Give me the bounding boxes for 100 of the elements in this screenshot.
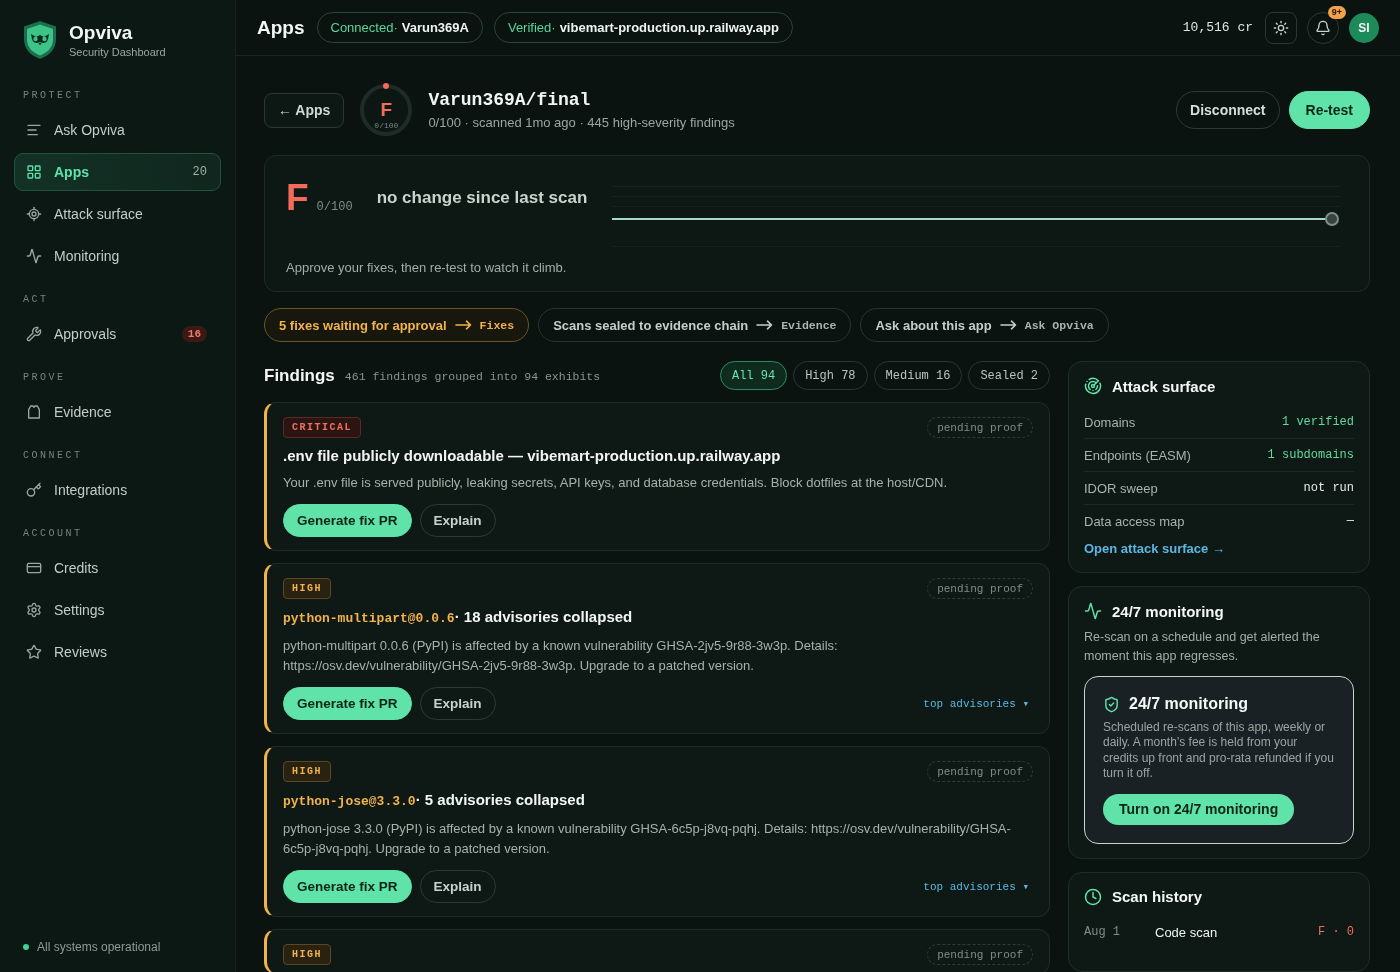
pulse-icon — [1084, 602, 1102, 620]
advisories-toggle[interactable]: top advisories ▾ — [923, 697, 1029, 710]
generate-fix-button[interactable]: Generate fix PR — [283, 870, 412, 903]
pill-label: Connected· — [330, 20, 398, 35]
finding-description: python-multipart 0.0.6 (PyPI) is affected by a known vulnerability GHSA-2jv5-9r88-3w3p. Details: https://osv.dev/vulnerability/GHSA-2jv5-9r88-3w3p. Upgrade to a patched version. — [283, 637, 839, 675]
surface-value: — — [1346, 514, 1354, 528]
score-trend: no change since last scan — [376, 188, 588, 208]
target-icon — [26, 206, 42, 222]
key-icon — [26, 482, 42, 498]
package-name: python-multipart@0.0.6 — [283, 611, 455, 626]
score-hint: Approve your fixes, then re-test to watch it climb. — [286, 259, 568, 277]
nav-section-label: CONNECT — [23, 449, 83, 463]
surface-value: 1 verified — [1282, 415, 1354, 429]
nav-item[interactable]: Settings — [14, 591, 221, 629]
surface-label: IDOR sweep — [1084, 480, 1158, 496]
card-title: Attack surface — [1112, 377, 1216, 395]
finding-description: python-jose 3.3.0 (PyPI) is affected by a known vulnerability GHSA-6c5p-j8vq-pqhj. Details: https://osv.dev/vulnerability/GHSA-6c5p-j8vq-pqhj. Upgrade to a patched version. — [283, 820, 1012, 858]
monitoring-description: Re-scan on a schedule and get alerted the moment this app regresses. — [1084, 629, 1321, 665]
nav-section-label: ACCOUNT — [23, 527, 83, 541]
severity-badge: HIGH — [283, 578, 331, 599]
card-icon — [26, 560, 42, 576]
nav-item[interactable]: Evidence — [14, 393, 221, 431]
nav-item[interactable]: Apps 20 — [14, 153, 221, 191]
finding-title: · 18 advisories collapsed — [454, 608, 633, 625]
credit-balance: 10,516 cr — [1182, 20, 1253, 35]
surface-label: Domains — [1084, 414, 1136, 430]
enable-monitoring-button[interactable]: Turn on 24/7 monitoring — [1103, 793, 1295, 825]
nav-item[interactable]: Approvals 16 — [14, 315, 221, 353]
finding-description: Your .env file is served publicly, leaking secrets, API keys, and database credentials. Block dotfiles at the host/CDN. — [283, 474, 949, 492]
generate-fix-button[interactable]: Generate fix PR — [283, 687, 412, 720]
star-icon — [26, 644, 42, 660]
nav-item[interactable]: Ask Opviva — [14, 111, 221, 149]
finding-title: · 5 advisories collapsed — [415, 791, 585, 808]
severity-badge: HIGH — [283, 944, 331, 965]
surface-value: not run — [1303, 481, 1354, 495]
sun-icon — [1273, 19, 1289, 36]
nav-section-label: PROTECT — [23, 89, 83, 103]
score-value: 0/100 — [316, 200, 353, 214]
settings-icon — [26, 602, 42, 618]
arrow-right-icon — [454, 320, 472, 330]
brand-name: Opviva — [69, 22, 134, 44]
lines-icon — [26, 122, 42, 138]
grade-ring — [360, 84, 413, 136]
filter-tab[interactable]: All 94 — [719, 361, 788, 390]
offer-title: 24/7 monitoring — [1129, 695, 1249, 713]
offer-description: Scheduled re-scans of this app, weekly or daily. A month’s fee is held from your credits up front and pro-rata refunded if you turn it off. — [1103, 720, 1335, 782]
nav-section-label: PROVE — [23, 371, 66, 385]
surface-label: Data access map — [1084, 513, 1185, 529]
pill-label: Verified· — [507, 20, 556, 35]
attack-surface-link[interactable]: Open attack surface → — [1084, 540, 1225, 558]
app-title: Varun369A/final — [428, 89, 592, 110]
severity-badge: HIGH — [283, 761, 331, 782]
severity-badge: CRITICAL — [283, 417, 361, 438]
radar-icon — [1084, 377, 1102, 395]
findings-summary: 461 findings grouped into 94 exhibits — [344, 370, 601, 383]
generate-fix-button[interactable]: Generate fix PR — [283, 504, 412, 537]
back-button[interactable]: ← Apps — [264, 92, 345, 128]
count-badge: 16 — [181, 326, 207, 342]
advisories-toggle[interactable]: top advisories ▾ — [923, 880, 1029, 893]
clock-icon — [1084, 887, 1102, 906]
system-status: All systems operational — [37, 939, 161, 955]
shield-check-icon — [1103, 695, 1120, 713]
scan-result: F · 0 — [1318, 925, 1354, 940]
user-avatar[interactable]: SI — [1349, 12, 1379, 43]
nav-item[interactable]: Reviews — [14, 633, 221, 671]
shortcut-chip[interactable]: 5 fixes waiting for approval Fixes — [264, 308, 530, 342]
wrench-icon — [26, 326, 42, 342]
grid-icon — [26, 164, 42, 180]
page-title: Apps — [257, 16, 305, 39]
pill-value: vibemart-production.up.railway.app — [559, 20, 779, 35]
scan-date: Aug 1 — [1084, 925, 1121, 940]
retest-button[interactable]: Re-test — [1288, 91, 1370, 129]
card-title: Scan history — [1112, 888, 1203, 906]
bell-icon — [1315, 19, 1331, 36]
nav-item[interactable]: Integrations — [14, 471, 221, 509]
package-name: python-jose@3.3.0 — [283, 794, 416, 809]
nav-section-label: ACT — [23, 293, 49, 307]
surface-label: Endpoints (EASM) — [1084, 447, 1191, 463]
pulse-icon — [26, 248, 42, 264]
nav-item[interactable]: Attack surface — [14, 195, 221, 233]
bag-icon — [26, 404, 42, 420]
app-meta: 0/100 · scanned 1mo ago · 445 high-severity findings — [428, 114, 735, 131]
section-title: Findings — [264, 365, 335, 386]
arrow-right-icon — [756, 320, 774, 330]
card-title: 24/7 monitoring — [1112, 602, 1224, 620]
score-grade: F — [286, 183, 309, 213]
pill-value: Varun369A — [401, 20, 469, 35]
marker-dot-icon — [383, 83, 390, 89]
brand-tagline: Security Dashboard — [69, 46, 166, 58]
theme-toggle-button[interactable] — [1265, 11, 1297, 44]
arrow-right-icon — [999, 320, 1017, 330]
item-count: 20 — [192, 165, 207, 179]
surface-value: 1 subdomains — [1267, 448, 1354, 462]
nav-item[interactable]: Credits — [14, 549, 221, 587]
grade-score: 0/100 — [374, 121, 399, 131]
scan-type: Code scan — [1155, 924, 1218, 940]
owl-shield-logo-icon — [22, 20, 58, 60]
finding-title: .env file publicly downloadable — vibemart-production.up.railway.app — [283, 446, 782, 466]
grade-letter: F — [380, 100, 393, 120]
nav-item[interactable]: Monitoring — [14, 237, 221, 275]
